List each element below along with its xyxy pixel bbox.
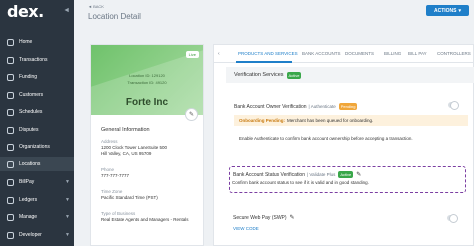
schedules-icon: [7, 108, 14, 116]
home-icon: [7, 38, 14, 46]
sidebar-item-label: Transactions: [19, 57, 48, 63]
sidebar-item-label: Customers: [19, 92, 44, 98]
swp-title: Secure Web Pay (SWP): [233, 214, 287, 221]
sidebar-item-billpay[interactable]: BillPay ▼: [0, 175, 74, 189]
sidebar-item-customers[interactable]: Customers: [0, 88, 74, 102]
location-name: Forte Inc: [125, 97, 169, 108]
address-line-1: 1200 Clock Tower LaneSuite 500: [101, 145, 167, 150]
tab-billing[interactable]: BILLING: [384, 51, 401, 56]
verification-services-header: Verification Services Active: [226, 67, 474, 83]
tab-bill-pay[interactable]: BILL PAY: [408, 51, 427, 56]
sidebar-item-label: Locations: [19, 161, 41, 167]
phone-value: 777-777-7777: [101, 173, 130, 178]
location-id: Location ID: 129120: [129, 73, 165, 78]
edit-location-button[interactable]: ✎: [185, 108, 198, 121]
status-badge: Active: [338, 171, 354, 178]
sidebar-item-developer[interactable]: Developer ▼: [0, 228, 74, 242]
ledgers-icon: [7, 196, 14, 204]
view-code-link[interactable]: VIEW CODE: [233, 226, 259, 231]
sidebar-item-locations[interactable]: Locations: [0, 157, 74, 171]
chevron-down-icon: ▼: [65, 179, 70, 185]
address-label: Address: [101, 139, 118, 144]
customers-icon: [7, 91, 14, 99]
onboarding-message: Merchant has been queued for onboarding.: [287, 118, 374, 123]
chevron-down-icon: ▼: [65, 232, 70, 238]
sidebar: dex. ◄ Home Transactions Funding Custome…: [0, 0, 74, 246]
tab-products-and-services[interactable]: PRODUCTS AND SERVICES: [238, 51, 298, 56]
brand-logo[interactable]: dex.: [7, 2, 44, 21]
status-verification-subtitle: | Validate Plus: [307, 172, 336, 177]
tab-documents[interactable]: DOCUMENTS: [345, 51, 374, 56]
organizations-icon: [7, 143, 14, 151]
disputes-icon: [7, 126, 14, 134]
sidebar-item-label: Organizations: [19, 144, 50, 150]
swp-toggle[interactable]: [447, 214, 458, 223]
onboarding-label: Onboarding Pending:: [239, 118, 285, 123]
tab-bar: ‹ PRODUCTS AND SERVICES BANK ACCOUNTS DO…: [214, 45, 474, 63]
collapse-sidebar-icon[interactable]: ◄: [63, 7, 70, 14]
status-verification-description: Confirm bank account status to see if it…: [232, 180, 369, 185]
actions-button[interactable]: ACTIONS ▾: [426, 5, 469, 16]
verification-title: Verification Services: [234, 72, 284, 78]
tab-controllers[interactable]: CONTROLLERS: [437, 51, 471, 56]
tab-bank-accounts[interactable]: BANK ACCOUNTS: [302, 51, 341, 56]
address-line-2: Hill Valley, CA, US 95709: [101, 151, 152, 156]
timezone-label: Time Zone: [101, 189, 123, 194]
sidebar-item-label: Ledgers: [19, 197, 38, 203]
sidebar-item-label: Home: [19, 39, 33, 45]
sidebar-item-ledgers[interactable]: Ledgers ▼: [0, 193, 74, 207]
pencil-icon: ✎: [188, 112, 195, 118]
business-type-value: Real Estate Agents and Managers - Rental…: [101, 217, 189, 222]
sidebar-header: dex. ◄: [0, 0, 74, 22]
sidebar-item-transactions[interactable]: Transactions: [0, 53, 74, 67]
transactions-icon: [7, 56, 14, 64]
owner-verification-title: Bank Account Owner Verification: [234, 103, 307, 110]
locations-icon: [7, 160, 14, 168]
sidebar-item-home[interactable]: Home: [0, 35, 74, 49]
status-badge: Live: [185, 51, 199, 58]
chevron-left-icon[interactable]: ‹: [218, 51, 220, 57]
owner-verification-subtitle: | Authenticate: [308, 104, 336, 109]
funding-icon: [7, 73, 14, 81]
owner-verification-row: Bank Account Owner Verification | Authen…: [234, 103, 358, 110]
pencil-icon[interactable]: ✎: [356, 171, 361, 178]
chevron-down-icon: ▼: [65, 214, 70, 220]
actions-label: ACTIONS: [433, 7, 457, 14]
sidebar-item-schedules[interactable]: Schedules: [0, 105, 74, 119]
developer-icon: [7, 231, 14, 239]
phone-label: Phone: [101, 167, 115, 172]
sidebar-item-label: Disputes: [19, 127, 39, 133]
sidebar-item-manage[interactable]: Manage ▼: [0, 210, 74, 224]
owner-verification-toggle[interactable]: [448, 101, 459, 110]
sidebar-item-label: BillPay: [19, 179, 35, 185]
back-link[interactable]: ◄ BACK: [88, 4, 104, 9]
chevron-down-icon: ▼: [65, 197, 70, 203]
transaction-id: Transaction ID: 49120: [127, 80, 167, 85]
manage-icon: [7, 213, 14, 221]
sidebar-item-label: Developer: [19, 232, 42, 238]
sidebar-item-label: Schedules: [19, 109, 43, 115]
chevron-down-icon: ▾: [458, 7, 461, 14]
sidebar-item-label: Funding: [19, 74, 38, 80]
status-badge: Active: [286, 71, 302, 79]
timezone-value: Pacific Standard Time (PST): [101, 195, 158, 200]
swp-row: Secure Web Pay (SWP) ✎: [233, 214, 295, 222]
onboarding-alert: Onboarding Pending: Merchant has been qu…: [234, 115, 468, 126]
location-hero: Live Location ID: 129120 Transaction ID:…: [91, 45, 203, 115]
status-badge: Pending: [338, 103, 358, 110]
general-info-heading: General Information: [101, 127, 150, 133]
sidebar-item-funding[interactable]: Funding: [0, 70, 74, 84]
sidebar-item-disputes[interactable]: Disputes: [0, 123, 74, 137]
active-tab-indicator: [236, 61, 292, 63]
pencil-icon[interactable]: ✎: [290, 214, 295, 221]
location-card: Live Location ID: 129120 Transaction ID:…: [90, 44, 204, 246]
sidebar-item-label: Manage: [19, 214, 38, 220]
billpay-icon: [7, 178, 14, 186]
sidebar-item-organizations[interactable]: Organizations: [0, 140, 74, 154]
business-type-label: Type of Business: [101, 211, 136, 216]
page-title: Location Detail: [88, 12, 141, 21]
status-verification-row: Bank Account Status Verification | Valid…: [233, 171, 361, 178]
enable-authenticate-text: Enable Authenticate to confirm bank acco…: [239, 136, 413, 141]
status-verification-title: Bank Account Status Verification: [233, 171, 305, 178]
